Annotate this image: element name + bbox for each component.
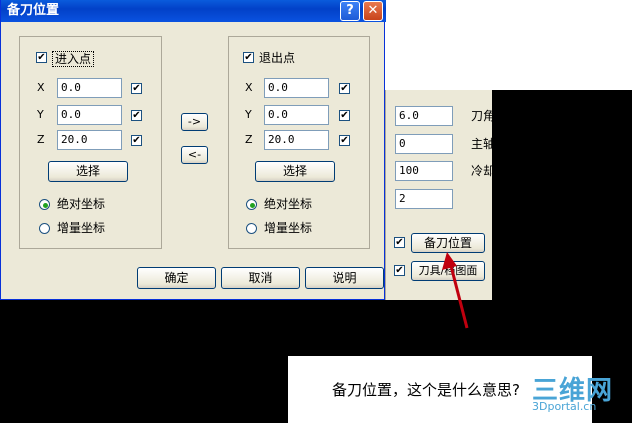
exit-select-button[interactable]: 选择	[255, 161, 335, 182]
question-caption: 备刀位置，这个是什么意思?	[332, 381, 520, 399]
coolant-field[interactable]: 100	[395, 161, 453, 181]
y-axis-label: Y	[245, 108, 252, 121]
z-axis-label: Z	[245, 133, 253, 146]
entry-point-checkbox[interactable]: ✔	[36, 52, 47, 63]
dialog-titlebar[interactable]: 备刀位置	[1, 0, 386, 22]
angle-label: 刀角	[471, 109, 496, 123]
entry-x-input[interactable]: 0.0	[57, 78, 122, 98]
angle-field[interactable]: 6.0	[395, 106, 453, 126]
exit-absolute-label: 绝对坐标	[264, 197, 313, 211]
x-axis-label: X	[245, 81, 253, 94]
tool-position-button[interactable]: 备刀位置	[411, 233, 485, 253]
entry-select-button[interactable]: 选择	[48, 161, 128, 182]
dialog-title: 备刀位置	[7, 3, 60, 18]
entry-z-input[interactable]: 20.0	[57, 130, 122, 150]
y-axis-label: Y	[37, 108, 44, 121]
entry-x-checkbox[interactable]: ✔	[131, 83, 142, 94]
tool-position-dialog: 备刀位置 ? ✕ ✔ 进入点 X 0.0 ✔ Y 0.0 ✔ Z 20.0 ✔ …	[0, 0, 386, 300]
exit-y-checkbox[interactable]: ✔	[339, 110, 350, 121]
spindle-field[interactable]: 0	[395, 134, 453, 154]
help-text-button[interactable]: 说明	[305, 267, 384, 289]
exit-increment-label: 增量坐标	[264, 221, 313, 235]
count-field[interactable]: 2	[395, 189, 453, 209]
entry-absolute-label: 绝对坐标	[57, 197, 106, 211]
entry-increment-radio[interactable]	[39, 223, 50, 234]
entry-increment-label: 增量坐标	[57, 221, 106, 235]
entry-z-checkbox[interactable]: ✔	[131, 135, 142, 146]
ok-button[interactable]: 确定	[137, 267, 216, 289]
entry-point-label: 进入点	[52, 51, 95, 67]
exit-point-group: ✔ 退出点 X 0.0 ✔ Y 0.0 ✔ Z 20.0 ✔ 选择 绝对坐标 增…	[228, 36, 370, 249]
exit-y-input[interactable]: 0.0	[264, 105, 329, 125]
background-white-area	[385, 0, 632, 90]
watermark-url: 3Dportal.cn	[532, 400, 597, 413]
close-button[interactable]: ✕	[363, 1, 383, 21]
exit-increment-radio[interactable]	[246, 223, 257, 234]
exit-point-checkbox[interactable]: ✔	[243, 52, 254, 63]
exit-x-input[interactable]: 0.0	[264, 78, 329, 98]
tool-graph-checkbox[interactable]: ✔	[394, 265, 405, 276]
exit-absolute-radio[interactable]	[246, 199, 257, 210]
entry-y-checkbox[interactable]: ✔	[131, 110, 142, 121]
entry-absolute-radio[interactable]	[39, 199, 50, 210]
copy-left-button[interactable]: <-	[181, 146, 208, 164]
tool-graph-button[interactable]: 刀具/档图面	[411, 261, 485, 281]
tool-position-checkbox[interactable]: ✔	[394, 237, 405, 248]
x-axis-label: X	[37, 81, 45, 94]
exit-x-checkbox[interactable]: ✔	[339, 83, 350, 94]
coolant-label: 冷却	[471, 164, 496, 178]
exit-point-label: 退出点	[259, 51, 296, 65]
spindle-label: 主轴	[471, 137, 496, 151]
exit-z-checkbox[interactable]: ✔	[339, 135, 350, 146]
cancel-button[interactable]: 取消	[221, 267, 300, 289]
exit-z-input[interactable]: 20.0	[264, 130, 329, 150]
entry-point-group: ✔ 进入点 X 0.0 ✔ Y 0.0 ✔ Z 20.0 ✔ 选择 绝对坐标 增…	[19, 36, 162, 249]
copy-right-button[interactable]: ->	[181, 113, 208, 131]
entry-y-input[interactable]: 0.0	[57, 105, 122, 125]
background-settings-panel: 6.0 刀角 0 主轴 100 冷却 2 ✔ 备刀位置 ✔ 刀具/档图面	[385, 90, 496, 300]
z-axis-label: Z	[37, 133, 45, 146]
help-button[interactable]: ?	[340, 1, 360, 21]
